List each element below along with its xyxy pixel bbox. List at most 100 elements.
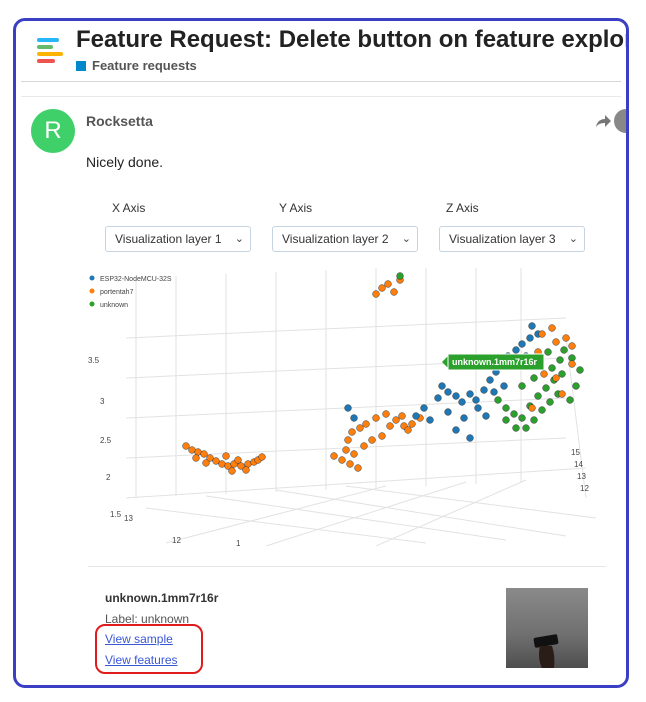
scatter-point[interactable] (412, 412, 420, 420)
scatter-point[interactable] (530, 416, 538, 424)
scatter-point[interactable] (548, 324, 556, 332)
scatter-point[interactable] (408, 420, 416, 428)
scatter-point[interactable] (438, 382, 446, 390)
scatter-point[interactable] (558, 390, 566, 398)
scatter-point[interactable] (182, 442, 190, 450)
scatter-point[interactable] (538, 406, 546, 414)
scatter-point[interactable] (494, 396, 502, 404)
scatter-point[interactable] (212, 457, 220, 465)
scatter-point[interactable] (404, 426, 412, 434)
scatter-point[interactable] (222, 452, 230, 460)
scatter-point[interactable] (512, 424, 520, 432)
scatter-point[interactable] (540, 370, 548, 378)
scatter-point[interactable] (528, 404, 536, 412)
scatter-point[interactable] (452, 426, 460, 434)
scatter-point[interactable] (382, 410, 390, 418)
scatter-point[interactable] (472, 396, 480, 404)
scatter-point[interactable] (200, 450, 208, 458)
scatter-point[interactable] (386, 422, 394, 430)
scatter-point[interactable] (568, 360, 576, 368)
scatter-point[interactable] (350, 414, 358, 422)
scatter-point[interactable] (378, 432, 386, 440)
scatter-point[interactable] (518, 414, 526, 422)
scatter-point[interactable] (510, 410, 518, 418)
scatter-point[interactable] (560, 346, 568, 354)
scatter-point[interactable] (426, 416, 434, 424)
scatter-point[interactable] (202, 459, 210, 467)
scatter-point[interactable] (228, 467, 236, 475)
scatter-point[interactable] (378, 284, 386, 292)
scatter-point[interactable] (552, 374, 560, 382)
scatter-point[interactable] (192, 454, 200, 462)
scatter-point[interactable] (556, 356, 564, 364)
topic-title[interactable]: Feature Request: Delete button on featur… (76, 26, 626, 54)
scatter-point[interactable] (460, 414, 468, 422)
scatter-point[interactable] (444, 408, 452, 416)
scatter-point[interactable] (572, 382, 580, 390)
scatter-point[interactable] (538, 330, 546, 338)
scatter-point[interactable] (434, 394, 442, 402)
y-axis-select[interactable]: Visualization layer 2 ⌄ (272, 226, 418, 252)
scatter-point[interactable] (420, 404, 428, 412)
scatter-point[interactable] (542, 384, 550, 392)
scatter-point[interactable] (390, 288, 398, 296)
scatter-point[interactable] (526, 334, 534, 342)
avatar[interactable]: R (31, 109, 75, 153)
scatter-point[interactable] (480, 386, 488, 394)
scatter-point[interactable] (242, 466, 250, 474)
scatter-point[interactable] (372, 414, 380, 422)
scatter-point[interactable] (362, 420, 370, 428)
scatter-point[interactable] (522, 424, 530, 432)
scatter-point[interactable] (558, 370, 566, 378)
scatter-point[interactable] (552, 338, 560, 346)
scatter-point[interactable] (338, 456, 346, 464)
forum-logo-icon[interactable] (34, 34, 66, 66)
scatter-point[interactable] (482, 412, 490, 420)
scatter-point[interactable] (458, 398, 466, 406)
scatter-point[interactable] (354, 464, 362, 472)
scatter-point[interactable] (392, 416, 400, 424)
scatter-point[interactable] (568, 342, 576, 350)
scatter-point[interactable] (502, 404, 510, 412)
scatter-point[interactable] (258, 453, 266, 461)
scatter-point[interactable] (546, 398, 554, 406)
share-icon[interactable] (594, 113, 612, 129)
scatter-point[interactable] (466, 434, 474, 442)
scatter-point[interactable] (372, 290, 380, 298)
scatter-point[interactable] (486, 376, 494, 384)
scatter-point[interactable] (330, 452, 338, 460)
scatter-point[interactable] (396, 272, 404, 280)
scatter-point[interactable] (544, 348, 552, 356)
scatter-point[interactable] (500, 382, 508, 390)
scatter-point[interactable] (502, 416, 510, 424)
scatter-point[interactable] (528, 322, 536, 330)
feature-explorer-3d-plot[interactable]: ESP32-NodeMCU-32S portentah7 unknown 3.5… (86, 268, 606, 546)
scatter-point[interactable] (360, 442, 368, 450)
scatter-point[interactable] (512, 346, 520, 354)
scatter-point[interactable] (344, 404, 352, 412)
category-badge[interactable]: Feature requests (76, 58, 197, 73)
scatter-point[interactable] (444, 388, 452, 396)
scatter-point[interactable] (350, 450, 358, 458)
scatter-point[interactable] (342, 446, 350, 454)
scatter-point[interactable] (466, 390, 474, 398)
x-axis-select[interactable]: Visualization layer 1 ⌄ (105, 226, 251, 252)
scatter-point[interactable] (518, 340, 526, 348)
scatter-point[interactable] (346, 460, 354, 468)
scatter-point[interactable] (344, 436, 352, 444)
scatter-point[interactable] (562, 334, 570, 342)
scatter-point[interactable] (474, 404, 482, 412)
scatter-point[interactable] (398, 412, 406, 420)
scatter-point[interactable] (530, 374, 538, 382)
post-username[interactable]: Rocksetta (86, 113, 153, 129)
scatter-point[interactable] (534, 392, 542, 400)
post-menu-icon[interactable] (614, 109, 626, 133)
z-axis-select[interactable]: Visualization layer 3 ⌄ (439, 226, 585, 252)
scatter-point[interactable] (452, 392, 460, 400)
scatter-point[interactable] (234, 456, 242, 464)
scatter-point[interactable] (356, 424, 364, 432)
scatter-point[interactable] (548, 364, 556, 372)
scatter-point[interactable] (576, 366, 584, 374)
scatter-point[interactable] (348, 428, 356, 436)
scatter-point[interactable] (384, 280, 392, 288)
